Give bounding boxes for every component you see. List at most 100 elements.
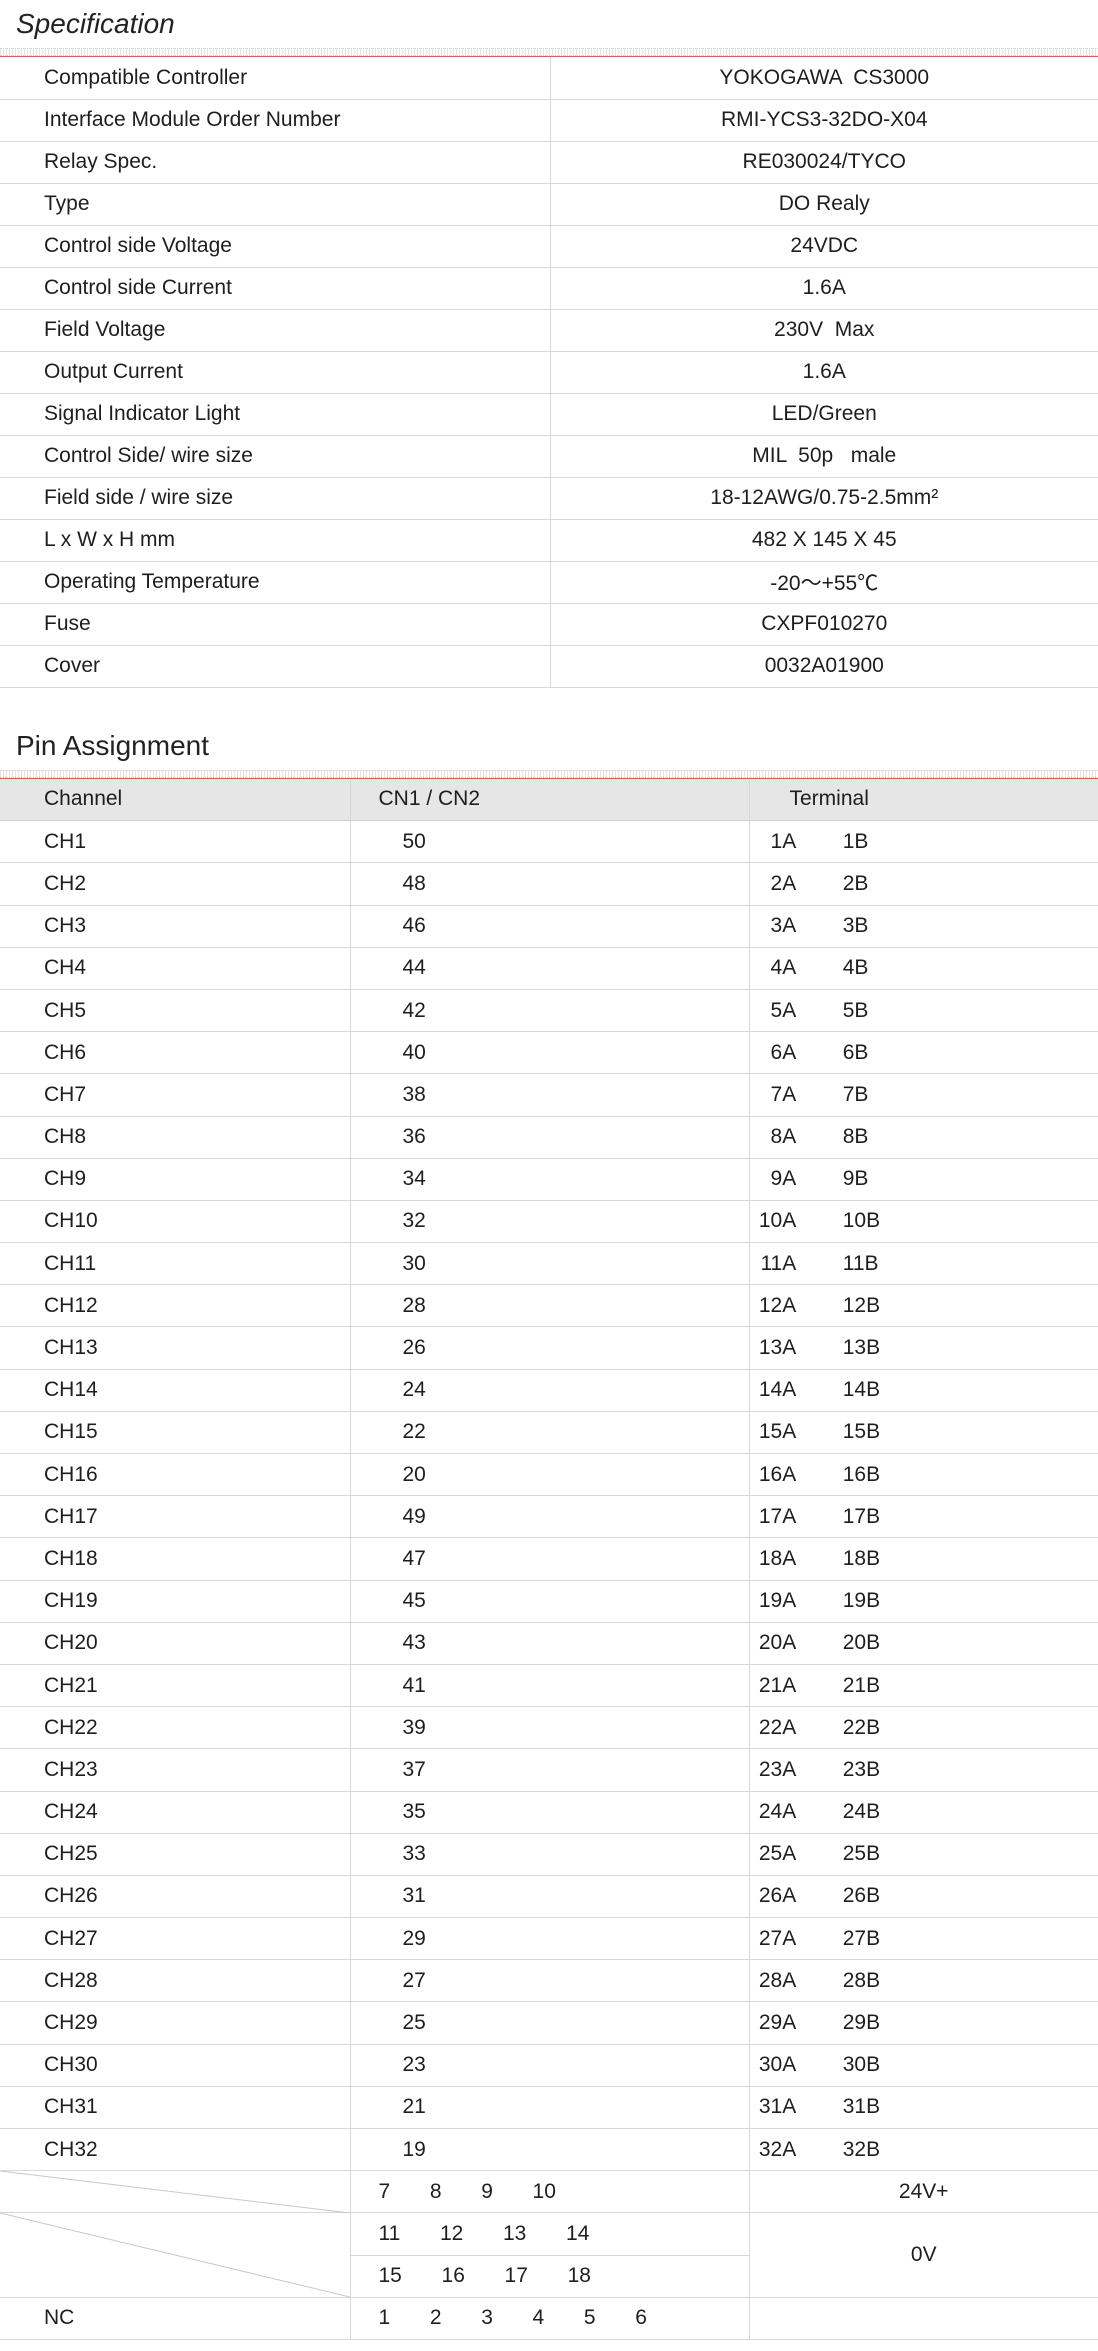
channel-cell: CH8: [0, 1116, 351, 1159]
spec-label: Control side Current: [0, 267, 551, 310]
spec-value: MIL 50p male: [550, 435, 1098, 478]
table-row: CH6 40 6A 6B: [0, 1031, 1098, 1075]
specification-table: Compatible Controller YOKOGAWA CS3000 Inte…: [0, 57, 1098, 688]
terminal-cell: 28A 28B: [749, 1959, 1098, 2003]
terminal-value: 19A 19B: [758, 1589, 881, 1613]
pins-0v-a: 11 12 13 14: [350, 2212, 750, 2256]
terminal-cell: 10A 10B: [749, 1200, 1098, 1244]
channel-cell: CH24: [0, 1791, 351, 1834]
cn-pin-cell: 22: [350, 1411, 750, 1455]
spec-row: L x W x H mm 482 X 145 X 45: [0, 519, 1098, 562]
channel-cell: CH4: [0, 947, 351, 990]
terminal-cell: 23A 23B: [749, 1748, 1098, 1792]
power-0v-row-a: 11 12 13 14 0V: [0, 2212, 1098, 2298]
table-row: CH4 44 4A 4B: [0, 947, 1098, 990]
channel-cell: CH28: [0, 1959, 351, 2003]
terminal-value: 27A 27B: [758, 1926, 881, 1950]
terminal-value: 32A 32B: [758, 2137, 881, 2161]
channel-cell: CH5: [0, 989, 351, 1033]
spec-value: 0032A01900: [550, 645, 1098, 688]
cn-pin-cell: 43: [350, 1622, 750, 1665]
channel-cell: CH7: [0, 1073, 351, 1117]
table-row: CH3 46 3A 3B: [0, 905, 1098, 948]
terminal-value: 12A 12B: [758, 1293, 881, 1317]
table-row: CH28 27 28A 28B: [0, 1959, 1098, 2003]
spec-value: RE030024/TYCO: [550, 141, 1098, 184]
terminal-value: 16A 16B: [758, 1462, 881, 1486]
table-row: CH15 22 15A 15B: [0, 1411, 1098, 1455]
label-0v: 0V: [749, 2212, 1098, 2298]
table-row: CH30 23 30A 30B: [0, 2044, 1098, 2087]
terminal-cell: 14A 14B: [749, 1369, 1098, 1412]
terminal-value: 31A 31B: [758, 2095, 881, 2119]
table-row: CH14 24 14A 14B: [0, 1369, 1098, 1412]
cn-pin-cell: 42: [350, 989, 750, 1033]
terminal-cell: 30A 30B: [749, 2044, 1098, 2087]
channel-cell: CH18: [0, 1537, 351, 1581]
spec-value: RMI-YCS3-32DO-X04: [550, 99, 1098, 142]
table-row: CH7 38 7A 7B: [0, 1073, 1098, 1117]
diagonal-line: [0, 2213, 350, 2298]
channel-cell: CH23: [0, 1748, 351, 1792]
diagonal-cell: [0, 2170, 351, 2214]
cn-pin-cell: 23: [350, 2044, 750, 2087]
spec-row: Interface Module Order Number RMI-YCS3-32…: [0, 99, 1098, 142]
terminal-value: 11A 11B: [760, 1251, 879, 1275]
cn-pin-cell: 19: [350, 2128, 750, 2172]
terminal-value: 8A 8B: [770, 1125, 869, 1149]
channel-cell: CH10: [0, 1200, 351, 1244]
channel-cell: CH31: [0, 2086, 351, 2130]
table-row: CH26 31 26A 26B: [0, 1875, 1098, 1919]
terminal-cell: 6A 6B: [749, 1031, 1098, 1075]
terminal-cell: 2A 2B: [749, 862, 1098, 906]
terminal-cell: 8A 8B: [749, 1116, 1098, 1159]
terminal-value: 2A 2B: [770, 871, 869, 895]
table-row: CH27 29 27A 27B: [0, 1917, 1098, 1961]
spec-label: Interface Module Order Number: [0, 99, 551, 142]
terminal-value: 26A 26B: [758, 1884, 881, 1908]
cn-pin-cell: 47: [350, 1537, 750, 1581]
terminal-value: 14A 14B: [758, 1378, 881, 1402]
power-24v-row: 7 8 9 10 24V+: [0, 2170, 1098, 2214]
spec-label: Relay Spec.: [0, 141, 551, 184]
spec-label: Control side Voltage: [0, 225, 551, 268]
cn-pin-cell: 21: [350, 2086, 750, 2130]
terminal-cell: 19A 19B: [749, 1580, 1098, 1623]
spec-label: Cover: [0, 645, 551, 688]
pin-assignment-section: Pin Assignment Channel CN1 / CN2 Termina…: [0, 722, 1098, 2340]
spec-value: YOKOGAWA CS3000: [550, 57, 1098, 100]
terminal-cell: 3A 3B: [749, 905, 1098, 948]
cn-pin-cell: 20: [350, 1453, 750, 1497]
terminal-value: 30A 30B: [758, 2053, 881, 2077]
nc-terminal-empty: [749, 2297, 1098, 2340]
spec-row: Cover 0032A01900: [0, 645, 1098, 688]
spec-row: Control Side/ wire size MIL 50p male: [0, 435, 1098, 478]
terminal-cell: 32A 32B: [749, 2128, 1098, 2172]
terminal-value: 25A 25B: [758, 1842, 881, 1866]
terminal-value: 13A 13B: [758, 1336, 881, 1360]
channel-cell: CH9: [0, 1158, 351, 1201]
diagonal-cell: [0, 2212, 351, 2298]
table-row: CH20 43 20A 20B: [0, 1622, 1098, 1665]
title-divider: [0, 769, 1098, 778]
specification-title: Specification: [16, 8, 175, 39]
spec-label: Control Side/ wire size: [0, 435, 551, 478]
spec-label: Output Current: [0, 351, 551, 394]
label-24v: 24V+: [749, 2170, 1098, 2214]
terminal-cell: 11A 11B: [749, 1242, 1098, 1286]
spec-value: -20～+55℃: [550, 561, 1098, 604]
spec-label: Type: [0, 183, 551, 226]
cn-pin-cell: 45: [350, 1580, 750, 1623]
table-row: CH16 20 16A 16B: [0, 1453, 1098, 1497]
spec-row: Fuse CXPF010270: [0, 603, 1098, 646]
spec-row: Control side Voltage 24VDC: [0, 225, 1098, 268]
channel-cell: CH12: [0, 1284, 351, 1328]
spec-value: 230V Max: [550, 309, 1098, 352]
spec-row: Type DO Realy: [0, 183, 1098, 226]
header-terminal: Terminal: [749, 778, 1098, 822]
terminal-cell: 1A 1B: [749, 820, 1098, 864]
spec-row: Compatible Controller YOKOGAWA CS3000: [0, 57, 1098, 100]
spec-label: Operating Temperature: [0, 561, 551, 604]
terminal-value: 18A 18B: [758, 1546, 881, 1570]
cn-pin-cell: 31: [350, 1875, 750, 1919]
